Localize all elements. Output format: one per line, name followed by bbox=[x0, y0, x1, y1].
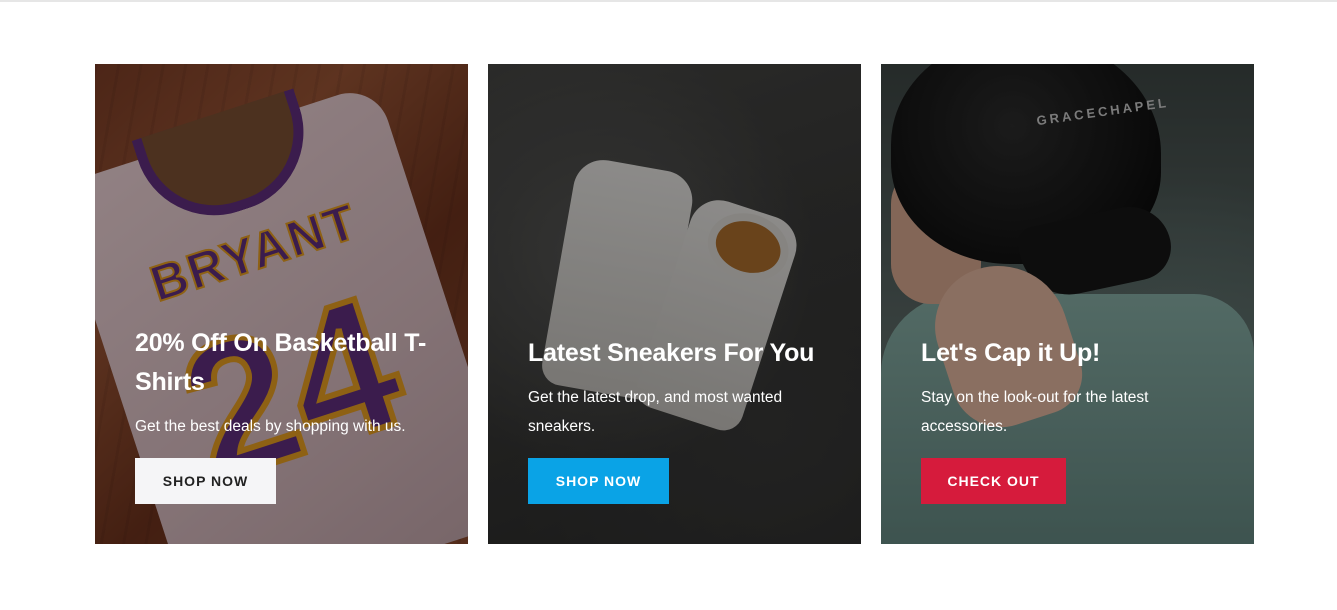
shop-now-button[interactable]: SHOP NOW bbox=[135, 458, 276, 504]
promo-card-sneakers: Latest Sneakers For You Get the latest d… bbox=[488, 64, 861, 544]
shop-now-button[interactable]: SHOP NOW bbox=[528, 458, 669, 504]
card-description: Get the best deals by shopping with us. bbox=[135, 418, 406, 435]
check-out-button[interactable]: CHECK OUT bbox=[921, 458, 1066, 504]
card-title: Latest Sneakers For You bbox=[528, 339, 815, 367]
card-description: Stay on the look-out for the latest acce… bbox=[921, 389, 1149, 435]
card-description: Get the latest drop, and most wanted sne… bbox=[528, 389, 783, 435]
promo-cards: BRYANT 24 20% Off On Basketball T-Shirts… bbox=[95, 64, 1254, 544]
card-title: 20% Off On Basketball T-Shirts bbox=[135, 329, 427, 396]
card-content: 20% Off On Basketball T-Shirts Get the b… bbox=[135, 324, 428, 504]
promo-card-caps: GRACECHAPEL Let's Cap it Up! Stay on the… bbox=[881, 64, 1254, 544]
promo-card-basketball-tshirts: BRYANT 24 20% Off On Basketball T-Shirts… bbox=[95, 64, 468, 544]
top-divider bbox=[0, 0, 1337, 2]
card-content: Latest Sneakers For You Get the latest d… bbox=[528, 334, 821, 504]
card-content: Let's Cap it Up! Stay on the look-out fo… bbox=[921, 334, 1214, 504]
card-title: Let's Cap it Up! bbox=[921, 339, 1101, 367]
